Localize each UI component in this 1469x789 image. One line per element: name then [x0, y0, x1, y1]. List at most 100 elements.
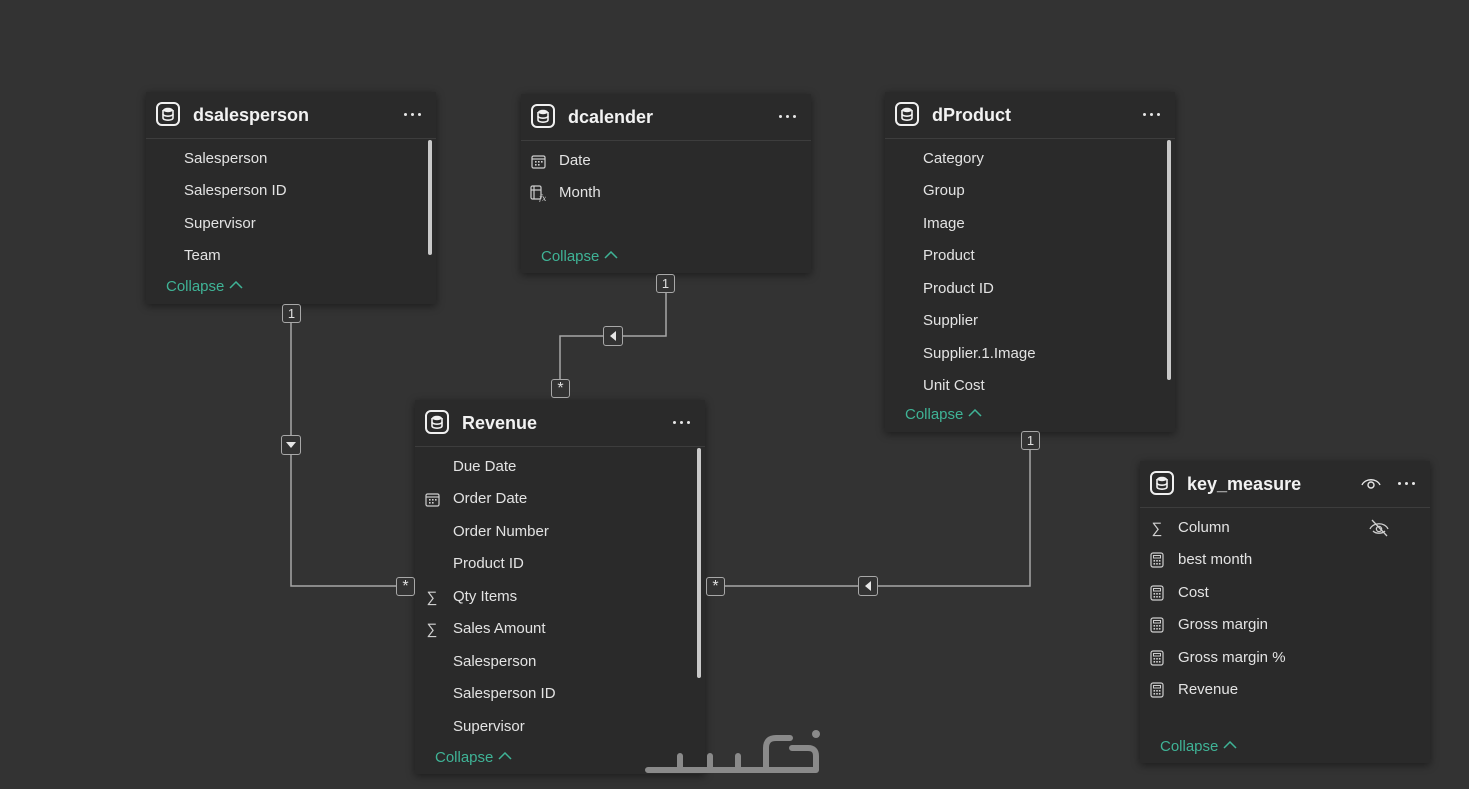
- field-revenue[interactable]: Revenue: [1140, 675, 1418, 705]
- field-label: Category: [923, 150, 984, 167]
- table-icon: [531, 104, 555, 128]
- field-salesperson-id[interactable]: Salesperson ID: [415, 679, 693, 709]
- collapse-label: Collapse: [435, 749, 494, 766]
- field-label: Sales Amount: [453, 620, 546, 637]
- filter-direction-down-icon[interactable]: [281, 435, 301, 455]
- cardinality-many-badge[interactable]: *: [551, 379, 570, 398]
- field-label: Supervisor: [453, 718, 525, 735]
- cardinality-many-badge[interactable]: *: [706, 577, 725, 596]
- field-salesperson[interactable]: Salesperson: [415, 647, 693, 677]
- scrollbar[interactable]: [697, 448, 701, 678]
- field-label: Column: [1178, 519, 1230, 536]
- table-card-dproduct[interactable]: dProduct Category Group Image Product Pr…: [885, 92, 1175, 432]
- table-card-dsalesperson[interactable]: dsalesperson Salesperson Salesperson ID …: [146, 92, 436, 304]
- field-order-number[interactable]: Order Number: [415, 517, 693, 547]
- cardinality-one-badge[interactable]: 1: [282, 304, 301, 323]
- more-options-button[interactable]: [400, 104, 424, 124]
- field-label: Order Number: [453, 523, 549, 540]
- eye-off-icon: [1368, 518, 1390, 538]
- field-month[interactable]: fx Month: [521, 178, 799, 208]
- chevron-up-icon: [1223, 736, 1237, 753]
- field-category[interactable]: Category: [885, 144, 1163, 174]
- field-team[interactable]: Team: [146, 241, 424, 271]
- field-label: Qty Items: [453, 588, 518, 605]
- calculator-icon: [1149, 585, 1165, 601]
- field-label: Revenue: [1178, 681, 1239, 698]
- field-label: Group: [923, 182, 965, 199]
- table-title: dProduct: [932, 105, 1011, 125]
- field-group[interactable]: Group: [885, 176, 1163, 206]
- model-view-canvas[interactable]: dsalesperson Salesperson Salesperson ID …: [0, 0, 1469, 789]
- field-sales-amount[interactable]: ∑ Sales Amount: [415, 614, 693, 644]
- collapse-label: Collapse: [1160, 738, 1219, 755]
- chevron-up-icon: [229, 276, 243, 293]
- collapse-button[interactable]: Collapse: [1160, 736, 1237, 755]
- field-salesperson-id[interactable]: Salesperson ID: [146, 176, 424, 206]
- filter-direction-left-icon[interactable]: [858, 576, 878, 596]
- table-header[interactable]: dsalesperson: [146, 92, 436, 139]
- calculator-icon: [1149, 650, 1165, 666]
- table-header[interactable]: key_measure: [1140, 461, 1430, 508]
- field-column[interactable]: ∑ Column: [1140, 513, 1426, 543]
- svg-text:fx: fx: [538, 194, 546, 202]
- collapse-button[interactable]: Collapse: [905, 404, 982, 423]
- cardinality-one-badge[interactable]: 1: [656, 274, 675, 293]
- more-options-button[interactable]: [1139, 104, 1163, 124]
- field-date[interactable]: Date: [521, 146, 799, 176]
- field-image[interactable]: Image: [885, 209, 1163, 239]
- field-label: Product ID: [923, 280, 994, 297]
- field-label: Product ID: [453, 555, 524, 572]
- sigma-icon: ∑: [426, 620, 438, 638]
- cardinality-one-badge[interactable]: 1: [1021, 431, 1040, 450]
- field-unit-cost[interactable]: Unit Cost: [885, 371, 1163, 401]
- field-salesperson[interactable]: Salesperson: [146, 144, 424, 174]
- collapse-button[interactable]: Collapse: [541, 246, 618, 265]
- field-product-id[interactable]: Product ID: [415, 549, 693, 579]
- more-options-button[interactable]: [1394, 473, 1418, 493]
- field-cost[interactable]: Cost: [1140, 578, 1418, 608]
- field-due-date[interactable]: Due Date: [415, 452, 693, 482]
- table-icon: [1150, 471, 1174, 495]
- calculator-icon: [1149, 682, 1165, 698]
- more-options-button[interactable]: [669, 412, 693, 432]
- field-label: Supplier: [923, 312, 979, 329]
- field-gross-margin-pct[interactable]: Gross margin %: [1140, 643, 1418, 673]
- table-header[interactable]: dcalender: [521, 94, 811, 141]
- field-label: Salesperson ID: [453, 685, 556, 702]
- calendar-icon: [424, 491, 440, 507]
- chevron-up-icon: [968, 404, 982, 421]
- cardinality-many-badge[interactable]: *: [396, 577, 415, 596]
- field-label: Salesperson: [184, 150, 268, 167]
- scrollbar[interactable]: [428, 140, 432, 255]
- relationship-line-dproduct-revenue: [724, 449, 1031, 587]
- sigma-icon: ∑: [1151, 519, 1163, 537]
- chevron-up-icon: [604, 246, 618, 263]
- field-product-id[interactable]: Product ID: [885, 274, 1163, 304]
- collapse-label: Collapse: [541, 248, 600, 265]
- more-options-button[interactable]: [775, 106, 799, 126]
- field-best-month[interactable]: best month: [1140, 545, 1418, 575]
- table-card-revenue[interactable]: Revenue Due Date Order Date Order Number…: [415, 400, 705, 774]
- field-qty-items[interactable]: ∑ Qty Items: [415, 582, 693, 612]
- table-header[interactable]: dProduct: [885, 92, 1175, 139]
- field-label: best month: [1178, 551, 1253, 568]
- field-supervisor[interactable]: Supervisor: [146, 209, 424, 239]
- collapse-button[interactable]: Collapse: [435, 747, 512, 766]
- field-gross-margin[interactable]: Gross margin: [1140, 610, 1418, 640]
- field-supplier[interactable]: Supplier: [885, 306, 1163, 336]
- filter-direction-left-icon[interactable]: [603, 326, 623, 346]
- table-card-dcalender[interactable]: dcalender Date fx Month Collapse: [521, 94, 811, 273]
- field-label: Month: [559, 184, 601, 201]
- collapse-button[interactable]: Collapse: [166, 276, 243, 295]
- table-header[interactable]: Revenue: [415, 400, 705, 447]
- scrollbar[interactable]: [1167, 140, 1171, 380]
- calculator-icon: [1149, 617, 1165, 633]
- table-icon: [895, 102, 919, 126]
- collapse-label: Collapse: [166, 278, 225, 295]
- table-card-key-measure[interactable]: key_measure ∑ Column best month Cost Gro…: [1140, 461, 1430, 763]
- field-order-date[interactable]: Order Date: [415, 484, 693, 514]
- field-product[interactable]: Product: [885, 241, 1163, 271]
- field-supplier-1-image[interactable]: Supplier.1.Image: [885, 339, 1163, 369]
- field-label: Salesperson: [453, 653, 537, 670]
- eye-icon[interactable]: [1360, 475, 1382, 493]
